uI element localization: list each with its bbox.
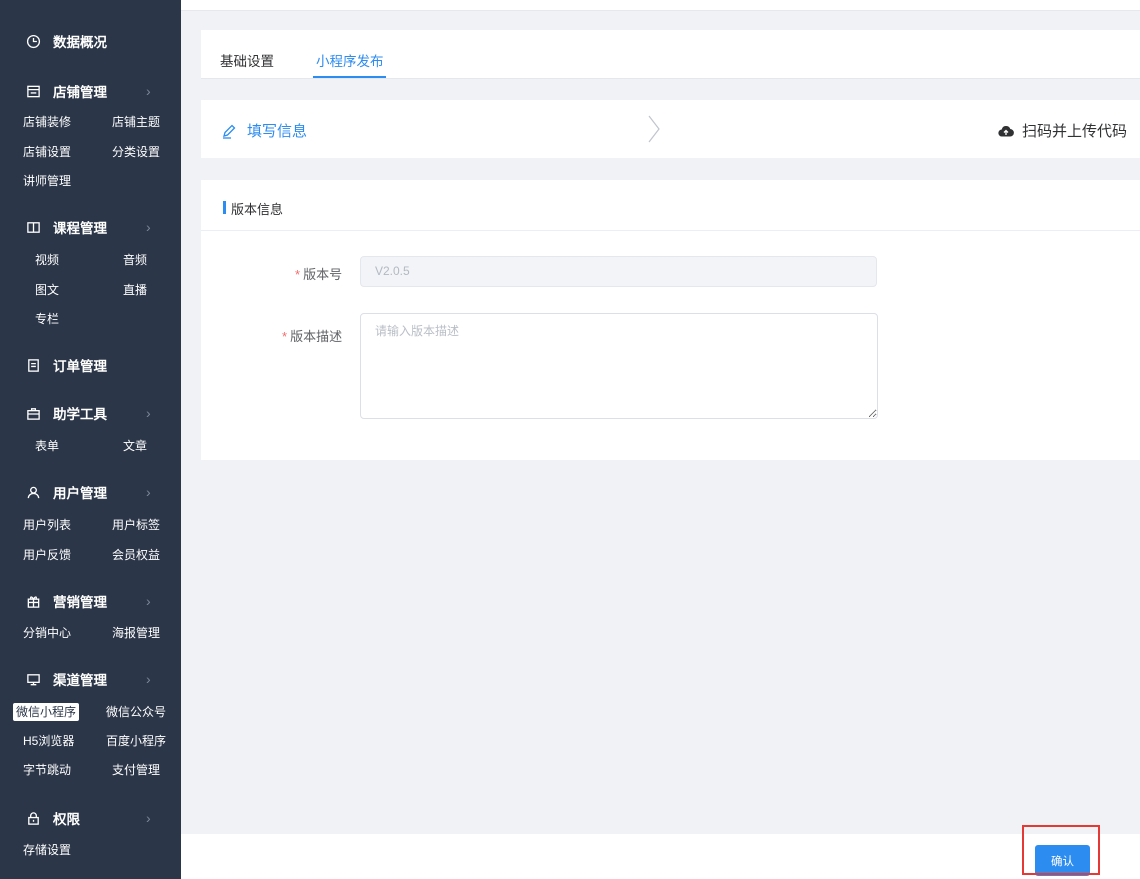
version-input: V2.0.5 — [360, 256, 877, 287]
sidebar-item-wechat-miniprogram[interactable]: 微信小程序 — [13, 703, 80, 721]
book-icon — [25, 219, 41, 235]
pen-icon — [223, 124, 236, 139]
sidebar-item-poster[interactable]: 海报管理 — [112, 624, 160, 642]
monitor-icon — [25, 671, 41, 687]
confirm-button[interactable]: 确认 — [1035, 845, 1090, 876]
sidebar-item-live[interactable]: 直播 — [123, 281, 147, 299]
chevron-right-icon: › — [146, 810, 151, 826]
version-info-card: 版本信息 * 版本号 V2.0.5 * 版本描述 — [201, 180, 1140, 460]
user-icon — [25, 484, 41, 500]
sidebar-item-lecturer[interactable]: 讲师管理 — [23, 172, 71, 190]
sidebar-item-member-benefits[interactable]: 会员权益 — [112, 546, 160, 564]
sidebar-group-label: 渠道管理 — [53, 673, 107, 688]
sidebar-item-column[interactable]: 专栏 — [35, 310, 59, 328]
sidebar-group-label: 订单管理 — [53, 359, 107, 374]
sidebar-group-label: 店铺管理 — [53, 85, 107, 100]
sidebar-item-audio[interactable]: 音频 — [123, 251, 147, 269]
chevron-right-icon: › — [146, 405, 151, 421]
shop-icon — [25, 83, 41, 99]
sidebar-item-article-tool[interactable]: 文章 — [123, 437, 147, 455]
section-title: 版本信息 — [231, 202, 284, 217]
version-label: * 版本号 — [295, 264, 342, 283]
chevron-right-icon: › — [146, 593, 151, 609]
sidebar-group-permission[interactable]: 权限 › — [0, 805, 181, 831]
top-bar — [181, 0, 1140, 11]
clock-icon — [25, 33, 41, 49]
tabs-bar: 基础设置 小程序发布 — [201, 30, 1140, 79]
sidebar-item-category-settings[interactable]: 分类设置 — [112, 143, 160, 161]
section-header: 版本信息 — [201, 180, 1140, 231]
chevron-right-icon: › — [146, 83, 151, 99]
sidebar-item-user-tags[interactable]: 用户标签 — [112, 516, 160, 534]
sidebar-item-article[interactable]: 图文 — [35, 281, 59, 299]
sidebar-item-form[interactable]: 表单 — [35, 437, 59, 455]
sidebar-item-shop-decoration[interactable]: 店铺装修 — [23, 113, 71, 131]
active-tab-indicator — [313, 76, 386, 78]
publish-steps: 填写信息 扫码并上传代码 — [201, 100, 1140, 158]
sidebar-group-label: 用户管理 — [53, 486, 107, 501]
cloud-upload-icon — [998, 125, 1014, 137]
sidebar: 数据概况 店铺管理 › 店铺装修 店铺主题 店铺设置 分类设置 讲师管理 课程管… — [0, 0, 181, 879]
description-label-text: 版本描述 — [290, 329, 343, 344]
footer-bar — [181, 834, 1140, 879]
sidebar-item-shop-theme[interactable]: 店铺主题 — [112, 113, 160, 131]
sidebar-group-data-overview[interactable]: 数据概况 — [0, 28, 181, 54]
sidebar-item-distribution[interactable]: 分销中心 — [23, 624, 71, 642]
sidebar-item-video[interactable]: 视频 — [35, 251, 59, 269]
gift-icon — [25, 593, 41, 609]
sidebar-group-channel[interactable]: 渠道管理 › — [0, 666, 181, 692]
sidebar-item-storage-settings[interactable]: 存储设置 — [23, 841, 71, 859]
required-mark: * — [295, 267, 301, 282]
list-icon — [25, 357, 41, 373]
step-fill-info: 填写信息 — [221, 120, 307, 141]
sidebar-item-h5-browser[interactable]: H5浏览器 — [23, 732, 74, 750]
sidebar-item-wechat-official[interactable]: 微信公众号 — [106, 703, 166, 721]
sidebar-group-shop[interactable]: 店铺管理 › — [0, 78, 181, 104]
chevron-right-icon: › — [146, 219, 151, 235]
sidebar-item-bytedance[interactable]: 字节跳动 — [23, 761, 71, 779]
sidebar-group-user[interactable]: 用户管理 › — [0, 479, 181, 505]
sidebar-group-tools[interactable]: 助学工具 › — [0, 400, 181, 426]
sidebar-group-order[interactable]: 订单管理 — [0, 352, 181, 378]
chevron-right-icon: › — [146, 671, 151, 687]
chevron-right-icon — [648, 115, 660, 143]
version-label-text: 版本号 — [303, 267, 343, 282]
sidebar-group-label: 数据概况 — [53, 35, 107, 50]
sidebar-group-label: 营销管理 — [53, 595, 107, 610]
sidebar-item-user-list[interactable]: 用户列表 — [23, 516, 71, 534]
tab-basic-settings[interactable]: 基础设置 — [220, 50, 274, 70]
required-mark: * — [282, 329, 288, 344]
sidebar-group-label: 课程管理 — [53, 221, 107, 236]
description-textarea[interactable] — [360, 313, 878, 419]
sidebar-group-label: 权限 — [53, 812, 80, 827]
description-label: * 版本描述 — [282, 326, 342, 345]
briefcase-icon — [25, 405, 41, 421]
tab-miniprogram-publish[interactable]: 小程序发布 — [316, 50, 384, 70]
sidebar-group-label: 助学工具 — [53, 407, 107, 422]
lock-icon — [25, 810, 41, 826]
step-label: 填写信息 — [247, 123, 308, 140]
step-scan-upload: 扫码并上传代码 — [998, 120, 1127, 141]
section-accent-bar — [223, 201, 226, 214]
chevron-right-icon: › — [146, 484, 151, 500]
sidebar-item-user-feedback[interactable]: 用户反馈 — [23, 546, 71, 564]
sidebar-group-course[interactable]: 课程管理 › — [0, 214, 181, 240]
sidebar-item-shop-settings[interactable]: 店铺设置 — [23, 143, 71, 161]
sidebar-item-payment[interactable]: 支付管理 — [112, 761, 160, 779]
sidebar-item-baidu-miniprogram[interactable]: 百度小程序 — [106, 732, 166, 750]
step-label: 扫码并上传代码 — [1022, 123, 1128, 140]
sidebar-group-marketing[interactable]: 营销管理 › — [0, 588, 181, 614]
